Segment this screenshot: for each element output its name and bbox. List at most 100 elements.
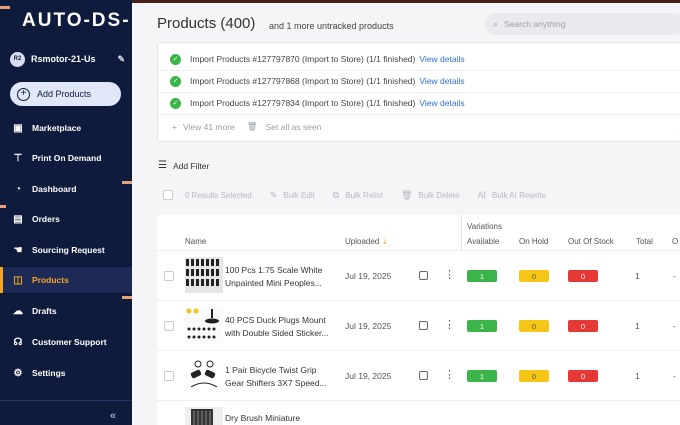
account-switcher[interactable]: R2 Rsmotor-21-Us ✎ xyxy=(10,50,125,68)
sidebar-item-label: Products xyxy=(32,275,69,285)
set-all-seen-link[interactable]: Set all as seen xyxy=(266,122,322,132)
more-options-icon[interactable]: ⋮ xyxy=(444,268,455,281)
bulk-edit-button[interactable]: ✎ Bulk Edit xyxy=(270,190,315,201)
total-count: 1 xyxy=(635,321,640,331)
view-details-link[interactable]: View details xyxy=(419,76,464,86)
bulk-actions-bar: 0 Results Selected ✎ Bulk Edit ⧉ Bulk Reli… xyxy=(163,188,564,202)
out-of-stock-badge: 0 xyxy=(568,370,598,382)
page-title: Products (400) xyxy=(157,15,256,32)
gear-icon: ⚙ xyxy=(13,367,23,379)
accent-mark xyxy=(0,205,6,208)
note-icon[interactable] xyxy=(419,271,428,280)
total-count: 1 xyxy=(635,371,640,381)
sidebar-item-label: Print On Demand xyxy=(32,153,102,163)
sidebar-item-label: Marketplace xyxy=(32,123,82,133)
note-icon[interactable] xyxy=(419,371,428,380)
top-bar xyxy=(132,0,680,3)
plus-icon: + xyxy=(172,121,177,132)
row-checkbox[interactable] xyxy=(164,271,174,281)
add-products-button[interactable]: + Add Products xyxy=(10,82,121,106)
product-thumbnail[interactable] xyxy=(185,307,223,343)
view-details-link[interactable]: View details xyxy=(419,98,464,108)
gauge-icon: ◔ xyxy=(14,183,22,195)
available-badge: 1 xyxy=(467,370,497,382)
trash-icon: 🗑 xyxy=(401,189,413,200)
pencil-icon: ✎ xyxy=(269,189,278,200)
row-checkbox[interactable] xyxy=(164,321,174,331)
sidebar-item-orders[interactable]: ▤ Orders xyxy=(0,206,132,232)
product-thumbnail[interactable] xyxy=(185,407,223,425)
bulk-delete-button[interactable]: 🗑 Bulk Delete xyxy=(401,190,459,201)
table-row[interactable]: 40 PCS Duck Plugs Mount with Double Side… xyxy=(157,300,680,350)
sidebar-item-settings[interactable]: ⚙ Settings xyxy=(0,360,132,386)
box-icon: ◫ xyxy=(13,274,23,286)
bulk-relist-button[interactable]: ⧉ Bulk Relist xyxy=(333,190,383,201)
column-header-uploaded[interactable]: Uploaded ⇣ xyxy=(345,237,388,246)
bulk-ai-rewrite-button[interactable]: AI Bulk AI Rewrite xyxy=(477,190,546,200)
sidebar-item-dashboard[interactable]: ◔ Dashboard xyxy=(0,176,132,202)
upload-date: Jul 19, 2025 xyxy=(345,371,392,381)
more-options-icon[interactable]: ⋮ xyxy=(444,368,455,381)
sidebar-item-sourcing-request[interactable]: ☚ Sourcing Request xyxy=(0,237,132,263)
notification-text: Import Products #127797834 (Import to St… xyxy=(190,98,416,108)
sidebar-item-products[interactable]: ◫ Products xyxy=(0,267,132,293)
check-circle-icon: ✓ xyxy=(170,75,181,87)
divider xyxy=(158,114,680,115)
hand-icon: ☚ xyxy=(13,244,23,256)
column-header-extra[interactable]: O xyxy=(672,237,678,246)
avatar: R2 xyxy=(10,51,25,67)
search-input[interactable]: ⌕ Search anything xyxy=(485,13,680,35)
column-header-on-hold[interactable]: On Hold xyxy=(519,237,548,246)
total-count: 1 xyxy=(635,271,640,281)
notification-text: Import Products #127797870 (Import to St… xyxy=(190,54,416,64)
sidebar-item-label: Sourcing Request xyxy=(32,245,105,255)
column-header-available[interactable]: Available xyxy=(467,237,499,246)
product-thumbnail[interactable] xyxy=(185,357,223,393)
product-thumbnail[interactable] xyxy=(185,257,223,293)
filter-icon: ☰ xyxy=(158,160,167,171)
ai-icon: AI xyxy=(477,190,486,200)
more-options-icon[interactable]: ⋮ xyxy=(444,318,455,331)
sidebar-item-print-on-demand[interactable]: ⊤ Print On Demand xyxy=(0,145,132,171)
sidebar-item-drafts[interactable]: ☁ Drafts xyxy=(0,298,132,324)
headset-icon: ☊ xyxy=(13,336,23,348)
search-placeholder: Search anything xyxy=(504,19,566,29)
product-name[interactable]: 1 Pair Bicycle Twist Grip Gear Shifters … xyxy=(225,364,333,390)
column-header-out-of-stock[interactable]: Out Of Stock xyxy=(568,237,614,246)
collapse-sidebar-icon[interactable]: « xyxy=(110,410,116,422)
trash-icon: 🗑 xyxy=(246,121,258,131)
notification-item: ✓ Import Products #127797834 (Import to … xyxy=(170,93,465,113)
upload-date: Jul 19, 2025 xyxy=(345,271,392,281)
product-name[interactable]: 40 PCS Duck Plugs Mount with Double Side… xyxy=(225,314,333,340)
row-checkbox[interactable] xyxy=(164,371,174,381)
column-header-variations: Variations xyxy=(467,222,502,231)
table-row[interactable]: Dry Brush Miniature xyxy=(157,400,680,425)
sidebar-item-marketplace[interactable]: ▣ Marketplace xyxy=(0,115,132,141)
column-header-total[interactable]: Total xyxy=(636,237,653,246)
cloud-upload-icon: ☁ xyxy=(13,305,23,317)
notification-item: ✓ Import Products #127797870 (Import to … xyxy=(170,49,465,69)
select-all-checkbox[interactable] xyxy=(163,190,173,200)
product-name[interactable]: 100 Pcs 1:75 Scale White Unpainted Mini … xyxy=(225,264,333,290)
on-hold-badge: 0 xyxy=(519,270,549,282)
product-name[interactable]: Dry Brush Miniature xyxy=(225,412,333,425)
app-logo[interactable]: AUTO-DS- xyxy=(22,10,131,32)
table-row[interactable]: 1 Pair Bicycle Twist Grip Gear Shifters … xyxy=(157,350,680,400)
untracked-products-text[interactable]: and 1 more untracked products xyxy=(269,21,394,31)
column-header-name[interactable]: Name xyxy=(185,237,206,246)
clipboard-icon: ▤ xyxy=(13,213,23,225)
view-details-link[interactable]: View details xyxy=(419,54,464,64)
on-hold-badge: 0 xyxy=(519,370,549,382)
table-row[interactable]: 100 Pcs 1:75 Scale White Unpainted Mini … xyxy=(157,250,680,300)
accent-mark xyxy=(122,296,132,299)
pencil-icon[interactable]: ✎ xyxy=(117,54,125,65)
view-more-link[interactable]: View 41 more xyxy=(183,122,235,132)
sidebar-item-customer-support[interactable]: ☊ Customer Support xyxy=(0,329,132,355)
check-circle-icon: ✓ xyxy=(170,53,181,65)
sidebar-item-label: Drafts xyxy=(32,306,57,316)
add-filter-label: Add Filter xyxy=(172,160,210,171)
add-filter-button[interactable]: ☰ Add Filter xyxy=(158,160,209,171)
bulk-relist-label: Bulk Relist xyxy=(345,190,384,200)
add-products-label: Add Products xyxy=(37,89,92,99)
note-icon[interactable] xyxy=(419,321,428,330)
